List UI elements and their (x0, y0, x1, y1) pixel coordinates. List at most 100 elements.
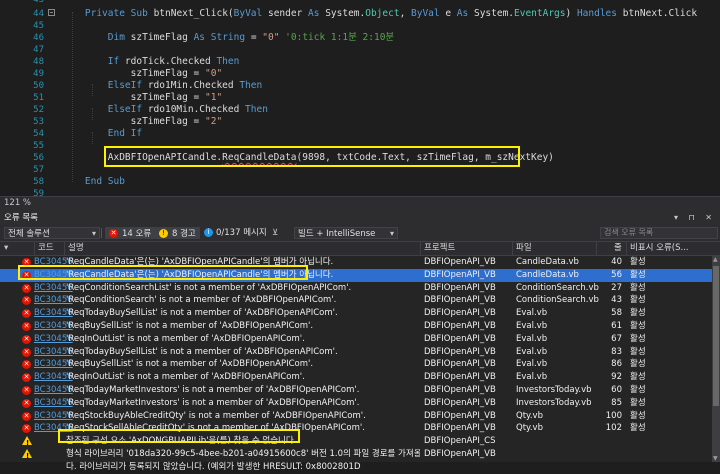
error-suppression-state: 활성 (630, 423, 646, 434)
highlight-box (58, 429, 300, 443)
error-icon: ✕ (22, 322, 31, 331)
code-line[interactable]: Private Sub btnNext_Click(ByVal sender A… (62, 8, 697, 20)
error-list-row[interactable]: ✕ BC30456 'ReqTodayBuySellList' is not a m… (0, 307, 712, 320)
error-icon: ✕ (22, 373, 31, 383)
filter-icon[interactable]: ⊻ (272, 227, 278, 239)
panel-window-controls[interactable]: ▾ ⊓ ✕ (674, 211, 716, 225)
error-list-row[interactable]: ✕ BC30456 'ReqInOutList' is not a member o… (0, 333, 712, 346)
error-icon: ✕ (109, 229, 118, 238)
vertical-scrollbar[interactable]: ▲ ▼ (712, 256, 720, 462)
code-line[interactable]: szTimeFlag = "2" (62, 116, 223, 128)
error-icon: ✕ (22, 283, 31, 293)
error-project: DBFIOpenAPI_VB (424, 282, 496, 293)
column-file[interactable]: 파일 (516, 242, 532, 255)
error-file: Qty.vb (516, 410, 543, 421)
code-line[interactable]: szTimeFlag = "1" (62, 92, 223, 104)
warnings-toggle[interactable]: ! 8 경고 (155, 227, 200, 239)
error-suppression-state: 활성 (630, 295, 646, 306)
build-source-dropdown[interactable]: 빌드 + IntelliSense (294, 227, 398, 240)
error-project: DBFIOpenAPI_VB (424, 333, 496, 344)
error-project: DBFIOpenAPI_CS (424, 436, 496, 447)
error-icon: ✕ (22, 386, 31, 395)
error-file: ConditionSearch.vb (516, 282, 599, 293)
error-file: Eval.vb (516, 346, 548, 357)
line-number: 44 (33, 9, 44, 19)
warning-icon: ! (159, 229, 168, 238)
error-list-row[interactable]: ✕ BC30456 'ReqInOutList' is not a member o… (0, 371, 712, 384)
error-suppression-state: 활성 (630, 321, 646, 331)
line-number: 57 (33, 165, 44, 175)
error-list-row[interactable]: ✕ BC30456 'ReqStockBuyAbleCreditQty' is no… (0, 410, 712, 423)
column-project[interactable]: 프로젝트 (424, 242, 455, 255)
error-list-row[interactable]: ✕ BC30456 'ReqConditionSearchList' is not … (0, 282, 712, 295)
error-project: DBFIOpenAPI_VB (424, 269, 496, 280)
error-file: Eval.vb (516, 321, 548, 331)
scroll-up-icon[interactable]: ▲ (713, 256, 718, 263)
error-file: Eval.vb (516, 359, 548, 370)
error-suppression-state: 활성 (630, 282, 646, 293)
error-list-row[interactable]: ✕ BC30456 'ReqTodayMarketInvestors' is not… (0, 397, 712, 410)
error-project: DBFIOpenAPI_VB (424, 385, 496, 395)
code-line[interactable]: End If (62, 128, 142, 140)
column-suppression-state[interactable]: 비표시 오류(S... (630, 242, 689, 255)
column-line[interactable]: 줄 (614, 242, 622, 255)
error-list-row[interactable]: ✕ BC30456 'ReqTodayBuySellList' is not a m… (0, 346, 712, 359)
code-line[interactable]: ElseIf rdo10Min.Checked Then (62, 104, 268, 116)
line-number: 54 (33, 129, 44, 139)
errors-toggle[interactable]: ✕ 14 오류 (105, 227, 156, 239)
error-line: 92 (611, 372, 622, 383)
error-list-header: ▾ 코드 설명 프로젝트 파일 줄 비표시 오류(S... (0, 242, 720, 256)
column-code[interactable]: 코드 (38, 242, 54, 255)
error-description: 'ReqInOutList' is not a member of 'AxDBF… (66, 333, 305, 344)
error-project: DBFIOpenAPI_VB (424, 295, 496, 306)
scroll-down-icon[interactable]: ▼ (713, 455, 718, 462)
column-description[interactable]: 설명 (68, 242, 84, 255)
error-file: InvestorsToday.vb (516, 397, 592, 408)
scroll-thumb[interactable] (713, 266, 719, 406)
scope-dropdown-value: 전체 솔루션 (8, 229, 50, 239)
line-number: 59 (33, 189, 44, 196)
line-number: 49 (33, 69, 44, 79)
error-description: 형식 라이브러리 '018da320-99c5-4bee-b201-a04915… (66, 449, 420, 459)
error-description: 'ReqTodayMarketInvestors' is not a membe… (66, 397, 360, 408)
error-list-row[interactable]: ✕ BC30456 'ReqConditionSearch' is not a me… (0, 294, 712, 307)
error-list-row[interactable]: ✕ BC30456 'ReqTodayMarketInvestors' is not… (0, 384, 712, 397)
code-line[interactable]: End Sub (62, 176, 125, 188)
error-icon: ✕ (22, 398, 31, 408)
error-project: DBFIOpenAPI_VB (424, 423, 496, 434)
sort-icon[interactable]: ▾ (4, 242, 8, 255)
code-editor[interactable]: 43 44 45 46 47 48 49 50 51 52 53 54 55 5… (0, 0, 720, 196)
code-line[interactable]: Dim szTimeFlag As String = "0" '0:tick 1… (62, 32, 394, 44)
error-icon: ✕ (22, 424, 31, 434)
error-suppression-state: 활성 (630, 385, 646, 395)
error-list-row[interactable]: 형식 라이브러리 '018da320-99c5-4bee-b201-a04915… (0, 448, 712, 463)
editor-status-bar: 121 % (0, 196, 720, 211)
code-line[interactable]: ElseIf rdo1Min.Checked Then (62, 80, 262, 92)
error-suppression-state: 활성 (630, 308, 646, 319)
error-line: 58 (611, 308, 622, 319)
errors-count: 14 오류 (122, 229, 152, 239)
error-file: InvestorsToday.vb (516, 385, 592, 395)
warnings-count: 8 경고 (172, 229, 196, 239)
error-description: 'ReqTodayMarketInvestors' is not a membe… (66, 385, 360, 395)
error-icon: ✕ (22, 347, 31, 357)
error-list-row[interactable]: ✕ BC30456 'ReqBuySellList' is not a member… (0, 320, 712, 333)
error-list-row[interactable]: ✕ BC30456 'ReqBuySellList' is not a member… (0, 358, 712, 371)
error-line: 56 (611, 269, 622, 280)
messages-toggle[interactable]: i 0/137 메시지 (202, 227, 267, 239)
error-description: 'ReqInOutList' is not a member of 'AxDBF… (66, 372, 305, 383)
error-description: 'ReqConditionSearchList' is not a member… (66, 282, 352, 293)
zoom-level[interactable]: 121 % (4, 198, 31, 208)
error-description: 'ReqTodayBuySellList' is not a member of… (66, 308, 338, 319)
error-line: 102 (605, 423, 622, 434)
collapse-toggle[interactable] (48, 9, 55, 16)
scope-dropdown[interactable]: 전체 솔루션 (4, 227, 100, 240)
error-line: 83 (611, 346, 622, 357)
line-number: 53 (33, 117, 44, 127)
search-input[interactable]: 검색 오류 목록 (600, 227, 718, 239)
error-list-row[interactable]: 다. 라이브러리가 등록되지 않았습니다. (예외가 발생한 HRESULT: … (0, 461, 712, 474)
code-line[interactable]: If rdoTick.Checked Then (62, 56, 240, 68)
warning-icon (22, 436, 32, 450)
line-number: 51 (33, 93, 44, 103)
code-line[interactable]: szTimeFlag = "0" (62, 68, 223, 80)
